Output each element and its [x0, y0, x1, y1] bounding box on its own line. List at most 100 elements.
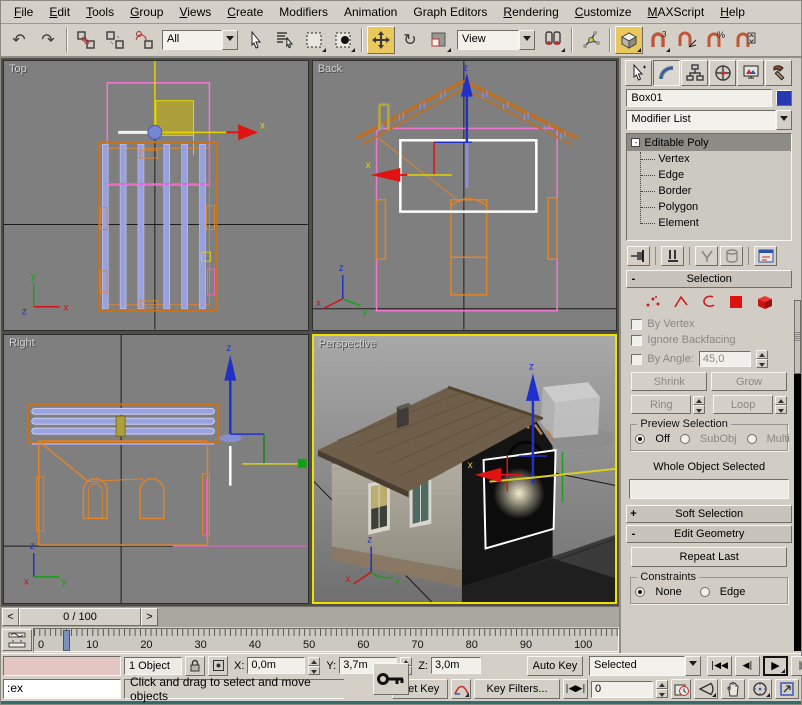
- viewport-right-label[interactable]: Right: [9, 337, 35, 349]
- select-by-name-button[interactable]: [271, 26, 299, 54]
- percent-snap-button[interactable]: %: [702, 26, 730, 54]
- scrollbar-thumb[interactable]: [794, 300, 801, 374]
- time-slider-track[interactable]: [158, 608, 618, 626]
- unlink-selection-button[interactable]: [101, 26, 129, 54]
- viewport-right-canvas[interactable]: z z x y: [4, 335, 308, 604]
- stack-item-element[interactable]: Element: [627, 215, 791, 231]
- arc-rotate-button[interactable]: [748, 679, 772, 699]
- stack-item-editable-poly[interactable]: - Editable Poly: [627, 134, 791, 151]
- x-coord-field[interactable]: 0,0m: [247, 657, 305, 674]
- bind-to-space-warp-button[interactable]: [130, 26, 158, 54]
- auto-key-button[interactable]: Auto Key: [527, 656, 583, 676]
- preview-off-radio[interactable]: [635, 434, 645, 444]
- viewport-perspective-label[interactable]: Perspective: [319, 338, 376, 350]
- viewport-perspective-canvas[interactable]: x z z x y: [314, 336, 616, 603]
- shrink-button[interactable]: Shrink: [631, 372, 707, 391]
- menu-help[interactable]: Help: [713, 3, 752, 21]
- configure-modifier-sets-button[interactable]: [754, 246, 777, 266]
- select-and-scale-button[interactable]: [425, 26, 453, 54]
- window-crossing-toggle-button[interactable]: [329, 26, 357, 54]
- grow-button[interactable]: Grow: [711, 372, 787, 391]
- pin-stack-button[interactable]: [627, 246, 650, 266]
- key-filters-button[interactable]: Key Filters...: [474, 679, 560, 699]
- menu-edit[interactable]: Edit: [42, 3, 77, 21]
- tab-display[interactable]: [737, 60, 764, 86]
- selection-filter-dropdown[interactable]: All: [162, 30, 238, 50]
- select-and-manipulate-button[interactable]: [577, 26, 605, 54]
- viewport-top[interactable]: Top: [3, 60, 309, 331]
- stack-item-polygon[interactable]: Polygon: [627, 199, 791, 215]
- stack-item-edge[interactable]: Edge: [627, 167, 791, 183]
- snaps-toggle-button[interactable]: [615, 26, 643, 54]
- constraint-none-radio[interactable]: [635, 587, 645, 597]
- menu-create[interactable]: Create: [220, 3, 270, 21]
- use-pivot-point-center-button[interactable]: [539, 26, 567, 54]
- open-mini-curve-editor-button[interactable]: [2, 629, 32, 651]
- by-angle-spinner[interactable]: [756, 350, 768, 368]
- maxscript-listener-line[interactable]: :ex: [3, 679, 121, 699]
- menu-animation[interactable]: Animation: [337, 3, 404, 21]
- play-button[interactable]: ▶: [763, 656, 788, 676]
- ring-spinner[interactable]: [693, 396, 705, 414]
- time-slider-next-button[interactable]: >: [141, 608, 158, 626]
- menu-graph-editors[interactable]: Graph Editors: [406, 3, 494, 21]
- current-frame-field[interactable]: 0: [591, 681, 653, 698]
- maxscript-listener-pink[interactable]: [3, 656, 121, 676]
- collapse-minus-icon[interactable]: -: [631, 138, 640, 147]
- object-name-field[interactable]: Box01: [626, 89, 772, 107]
- viewport-back-canvas[interactable]: x z z x y: [313, 61, 617, 330]
- viewport-right[interactable]: Right: [3, 334, 309, 605]
- edit-geometry-rollout-header[interactable]: - Edit Geometry: [626, 525, 792, 543]
- select-object-button[interactable]: [242, 26, 270, 54]
- undo-button[interactable]: ↶: [5, 26, 33, 54]
- soft-selection-rollout-header[interactable]: + Soft Selection: [626, 505, 792, 523]
- tab-motion[interactable]: [709, 60, 736, 86]
- pan-button[interactable]: [721, 679, 745, 699]
- menu-customize[interactable]: Customize: [568, 3, 639, 21]
- loop-button[interactable]: Loop: [713, 395, 773, 414]
- previous-frame-button[interactable]: ◀|: [735, 656, 760, 676]
- repeat-last-button[interactable]: Repeat Last: [631, 547, 787, 567]
- viewport-top-label[interactable]: Top: [9, 63, 27, 75]
- viewport-perspective[interactable]: Perspective: [312, 334, 618, 605]
- min-max-toggle-button[interactable]: [775, 679, 799, 699]
- select-and-link-button[interactable]: [72, 26, 100, 54]
- key-mode-toggle-button[interactable]: |◀▶|: [563, 679, 588, 699]
- by-vertex-checkbox[interactable]: [631, 319, 642, 330]
- edge-mode-icon[interactable]: [673, 295, 689, 309]
- border-mode-icon[interactable]: [701, 295, 717, 309]
- viewport-back-label[interactable]: Back: [318, 63, 342, 75]
- command-panel-scrollbar[interactable]: [794, 300, 801, 651]
- stack-item-vertex[interactable]: Vertex: [627, 151, 791, 167]
- time-configuration-button[interactable]: [671, 679, 691, 699]
- by-angle-checkbox[interactable]: [631, 354, 642, 365]
- preview-multi-radio[interactable]: [747, 434, 757, 444]
- menu-maxscript[interactable]: MAXScript: [641, 3, 712, 21]
- menu-group[interactable]: Group: [123, 3, 170, 21]
- loop-spinner[interactable]: [775, 396, 787, 414]
- menu-tools[interactable]: Tools: [79, 3, 121, 21]
- snap-3d-button[interactable]: 3: [644, 26, 672, 54]
- make-unique-button[interactable]: [695, 246, 718, 266]
- frame-spinner[interactable]: [656, 680, 668, 698]
- next-frame-button[interactable]: |▶: [791, 656, 802, 676]
- menu-file[interactable]: File: [7, 3, 40, 21]
- menu-modifiers[interactable]: Modifiers: [272, 3, 335, 21]
- field-of-view-button[interactable]: [694, 679, 718, 699]
- vertex-mode-icon[interactable]: [645, 295, 661, 309]
- stack-item-border[interactable]: Border: [627, 183, 791, 199]
- tab-create[interactable]: [625, 60, 652, 86]
- tab-modify[interactable]: [653, 60, 680, 86]
- reference-coordinate-dropdown[interactable]: View: [457, 30, 535, 50]
- selection-rollout-header[interactable]: - Selection: [626, 270, 792, 288]
- element-mode-icon[interactable]: [756, 294, 774, 310]
- preview-subobj-radio[interactable]: [680, 434, 690, 444]
- by-angle-field[interactable]: 45,0: [699, 351, 751, 367]
- time-slider-prev-button[interactable]: <: [2, 608, 19, 626]
- ignore-backfacing-checkbox[interactable]: [631, 335, 642, 346]
- set-keys-button[interactable]: [373, 663, 409, 695]
- show-end-result-button[interactable]: [661, 246, 684, 266]
- polygon-mode-icon[interactable]: [729, 295, 744, 309]
- menu-rendering[interactable]: Rendering: [496, 3, 565, 21]
- remove-modifier-button[interactable]: [720, 246, 743, 266]
